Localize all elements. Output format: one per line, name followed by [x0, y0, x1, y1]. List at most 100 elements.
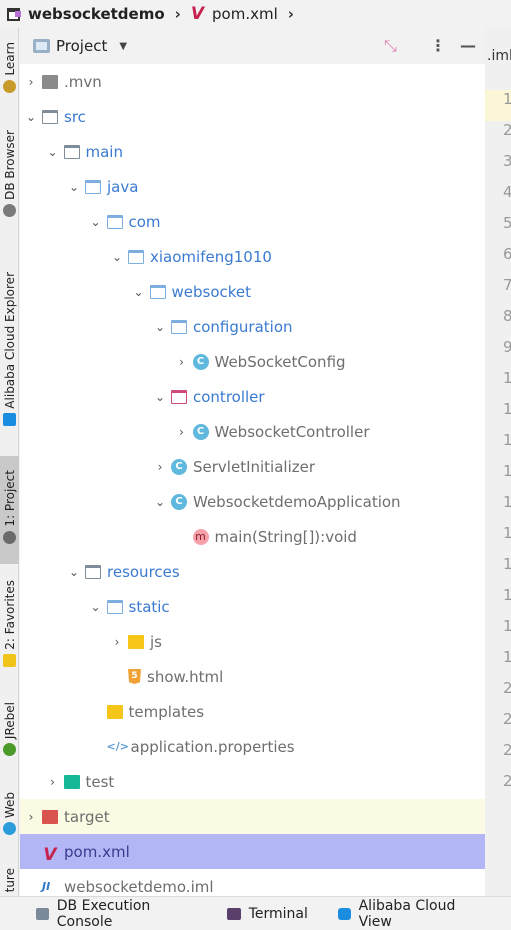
- tool-tab-jrebel[interactable]: JRebel: [0, 702, 19, 757]
- tree-item[interactable]: › C ServletInitializer: [20, 449, 485, 484]
- db-execution-console-tab[interactable]: DB Execution Console: [36, 898, 197, 930]
- tree-item-label: websocketdemo.iml: [64, 877, 214, 896]
- tree-item[interactable]: ⌄ resources: [20, 554, 485, 589]
- chevron-down-icon[interactable]: ⌄: [110, 250, 124, 264]
- tree-item[interactable]: ⌄ xiaomifeng1010: [20, 239, 485, 274]
- collapse-icon[interactable]: ⤡: [384, 36, 397, 56]
- tree-item-label: xiaomifeng1010: [150, 247, 272, 266]
- tree-item[interactable]: </> application.properties: [20, 729, 485, 764]
- chevron-right-icon[interactable]: ›: [24, 75, 38, 89]
- tree-item[interactable]: ⌄ configuration: [20, 309, 485, 344]
- chevron-down-icon[interactable]: ▼: [119, 41, 127, 52]
- folder-icon: [63, 144, 80, 159]
- package-folder-icon: [106, 599, 123, 614]
- chevron-right-icon[interactable]: ›: [46, 775, 60, 789]
- line-number: 23: [503, 772, 511, 790]
- tree-item[interactable]: ⌄ C WebsocketdemoApplication: [20, 484, 485, 519]
- tree-item-label: main: [85, 142, 123, 161]
- folder-icon: [42, 109, 58, 124]
- chevron-down-icon[interactable]: ⌄: [24, 110, 38, 124]
- chevron-down-icon[interactable]: ⌄: [67, 180, 81, 194]
- tree-item[interactable]: ⌄ com: [20, 204, 485, 239]
- chevron-down-icon[interactable]: ⌄: [153, 495, 167, 509]
- line-number: 21: [503, 710, 511, 728]
- line-number: 14: [503, 493, 511, 511]
- line-number: 13: [503, 462, 511, 480]
- tree-item[interactable]: › target: [20, 799, 485, 834]
- tree-item[interactable]: ⌄ websocket: [20, 274, 485, 309]
- line-number: 22: [503, 741, 511, 759]
- line-number: 17: [503, 586, 511, 604]
- tree-item[interactable]: › C WebsocketController: [20, 414, 485, 449]
- line-number: 8: [503, 307, 511, 325]
- chevron-down-icon[interactable]: ⌄: [89, 600, 103, 614]
- tool-tab-learn[interactable]: Learn: [0, 42, 19, 93]
- method-icon: m: [192, 528, 209, 545]
- tree-item[interactable]: 5 show.html: [20, 659, 485, 694]
- hide-icon[interactable]: —: [460, 36, 476, 55]
- terminal-icon: [226, 907, 241, 920]
- alibaba-cloud-view-tab[interactable]: Alibaba Cloud View: [337, 898, 481, 930]
- db-icon: [3, 203, 16, 217]
- chevron-right-icon[interactable]: ›: [110, 635, 124, 649]
- chevron-down-icon[interactable]: ⌄: [132, 285, 146, 299]
- tree-item[interactable]: m main(String[]):void: [20, 519, 485, 554]
- line-number: 12: [503, 431, 511, 449]
- maven-icon: V: [190, 4, 205, 24]
- package-folder-icon: [106, 214, 123, 229]
- tree-item[interactable]: ⌄ main: [20, 134, 485, 169]
- breadcrumb-project[interactable]: websocketdemo: [28, 5, 165, 23]
- maven-icon: V: [43, 844, 57, 865]
- chevron-right-icon[interactable]: ›: [153, 460, 167, 474]
- tool-tab-web[interactable]: Web: [0, 792, 19, 836]
- panel-title[interactable]: Project: [56, 37, 107, 55]
- test-folder-icon: [63, 774, 80, 789]
- line-number: 5: [503, 214, 511, 232]
- terminal-tab[interactable]: Terminal: [226, 906, 308, 922]
- tree-item-label: show.html: [147, 667, 224, 686]
- tool-tab-project[interactable]: 1: Project: [0, 456, 19, 564]
- chevron-right-icon[interactable]: ›: [175, 355, 189, 369]
- tree-item[interactable]: ⌄ controller: [20, 379, 485, 414]
- options-icon[interactable]: ⋮: [430, 36, 446, 55]
- line-number: 10: [503, 369, 511, 387]
- tree-item-label: test: [85, 772, 115, 791]
- line-number: 3: [503, 152, 511, 170]
- chevron-down-icon[interactable]: ⌄: [153, 320, 167, 334]
- tree-item-label: controller: [193, 387, 265, 406]
- tree-item-label: pom.xml: [64, 842, 130, 861]
- breadcrumb-file[interactable]: pom.xml: [212, 5, 278, 23]
- tool-tab-structure[interactable]: ture: [0, 868, 19, 892]
- tree-item[interactable]: ⌄ static: [20, 589, 485, 624]
- runnable-class-icon: C: [171, 493, 187, 510]
- tree-item[interactable]: › .mvn: [20, 64, 485, 99]
- project-icon: [7, 7, 21, 21]
- tree-item[interactable]: › js: [20, 624, 485, 659]
- line-number: 4: [503, 183, 511, 201]
- tree-item[interactable]: ⌄ java: [20, 169, 485, 204]
- tree-item[interactable]: ⌄ src: [20, 99, 485, 134]
- tree-item[interactable]: › C WebSocketConfig: [20, 344, 485, 379]
- editor-gutter: .iml 12345678910111213141516171819202122…: [485, 28, 511, 896]
- tool-tab-favorites[interactable]: 2: Favorites: [0, 580, 19, 667]
- tool-tab-db-browser[interactable]: DB Browser: [0, 130, 19, 217]
- package-folder-icon: [85, 179, 101, 194]
- chevron-down-icon[interactable]: ⌄: [67, 565, 81, 579]
- bottom-tool-bar: DB Execution Console Terminal Alibaba Cl…: [0, 896, 511, 930]
- db-console-icon: [36, 907, 49, 920]
- tool-tab-alibaba-cloud-explorer[interactable]: Alibaba Cloud Explorer: [0, 272, 19, 426]
- chevron-right-icon[interactable]: ›: [175, 425, 189, 439]
- line-number: 11: [503, 400, 511, 418]
- folder-icon: [42, 74, 58, 89]
- tree-item[interactable]: templates: [20, 694, 485, 729]
- tree-item[interactable]: › test: [20, 764, 485, 799]
- chevron-right-icon[interactable]: ›: [24, 810, 38, 824]
- chevron-down-icon[interactable]: ⌄: [153, 390, 167, 404]
- editor-tab-fragment[interactable]: .iml: [487, 48, 511, 64]
- resource-folder-icon: [128, 634, 144, 649]
- chevron-down-icon[interactable]: ⌄: [46, 145, 60, 159]
- tree-item[interactable]: Vpom.xml: [20, 834, 485, 869]
- line-number: 15: [503, 524, 511, 542]
- project-view-icon: [33, 39, 50, 53]
- chevron-down-icon[interactable]: ⌄: [89, 215, 103, 229]
